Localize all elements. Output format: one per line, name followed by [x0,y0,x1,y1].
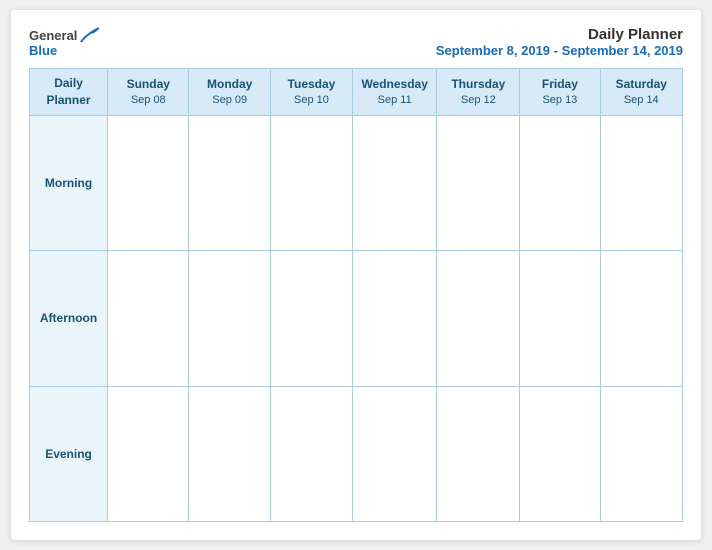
afternoon-tuesday[interactable] [270,251,352,386]
title-sub: September 8, 2019 - September 14, 2019 [436,43,683,58]
tuesday-date: Sep 10 [275,93,348,108]
tuesday-name: Tuesday [275,76,348,93]
monday-date: Sep 09 [193,93,266,108]
header-row: Daily Planner Sunday Sep 08 Monday Sep 0… [30,69,683,116]
evening-friday[interactable] [520,386,600,521]
afternoon-sunday[interactable] [108,251,189,386]
friday-date: Sep 13 [524,93,595,108]
afternoon-saturday[interactable] [600,251,682,386]
sunday-name: Sunday [112,76,184,93]
col-friday: Friday Sep 13 [520,69,600,116]
evening-tuesday[interactable] [270,386,352,521]
morning-wednesday[interactable] [352,115,437,250]
saturday-date: Sep 14 [605,93,678,108]
logo-blue: Blue [29,44,57,57]
wednesday-date: Sep 11 [357,93,433,108]
col-wednesday: Wednesday Sep 11 [352,69,437,116]
morning-thursday[interactable] [437,115,520,250]
thursday-name: Thursday [441,76,515,93]
friday-name: Friday [524,76,595,93]
logo-general: General [29,29,77,42]
page: General Blue Daily Planner September 8, … [11,10,701,540]
calendar-table: Daily Planner Sunday Sep 08 Monday Sep 0… [29,68,683,522]
evening-monday[interactable] [189,386,271,521]
sunday-date: Sep 08 [112,93,184,108]
morning-friday[interactable] [520,115,600,250]
evening-saturday[interactable] [600,386,682,521]
title-main: Daily Planner [436,26,683,43]
morning-label: Morning [30,115,108,250]
morning-saturday[interactable] [600,115,682,250]
logo-icon [79,26,101,44]
logo: General Blue [29,26,101,57]
afternoon-row: Afternoon [30,251,683,386]
col-sunday: Sunday Sep 08 [108,69,189,116]
header-title: Daily Planner September 8, 2019 - Septem… [436,26,683,58]
evening-label: Evening [30,386,108,521]
col-tuesday: Tuesday Sep 10 [270,69,352,116]
evening-row: Evening [30,386,683,521]
label-header: Daily Planner [30,69,108,116]
thursday-date: Sep 12 [441,93,515,108]
afternoon-monday[interactable] [189,251,271,386]
afternoon-label: Afternoon [30,251,108,386]
evening-thursday[interactable] [437,386,520,521]
saturday-name: Saturday [605,76,678,93]
afternoon-thursday[interactable] [437,251,520,386]
wednesday-name: Wednesday [357,76,433,93]
afternoon-friday[interactable] [520,251,600,386]
col-thursday: Thursday Sep 12 [437,69,520,116]
evening-sunday[interactable] [108,386,189,521]
monday-name: Monday [193,76,266,93]
col-monday: Monday Sep 09 [189,69,271,116]
col-saturday: Saturday Sep 14 [600,69,682,116]
morning-sunday[interactable] [108,115,189,250]
header: General Blue Daily Planner September 8, … [29,26,683,58]
morning-monday[interactable] [189,115,271,250]
afternoon-wednesday[interactable] [352,251,437,386]
morning-row: Morning [30,115,683,250]
morning-tuesday[interactable] [270,115,352,250]
evening-wednesday[interactable] [352,386,437,521]
